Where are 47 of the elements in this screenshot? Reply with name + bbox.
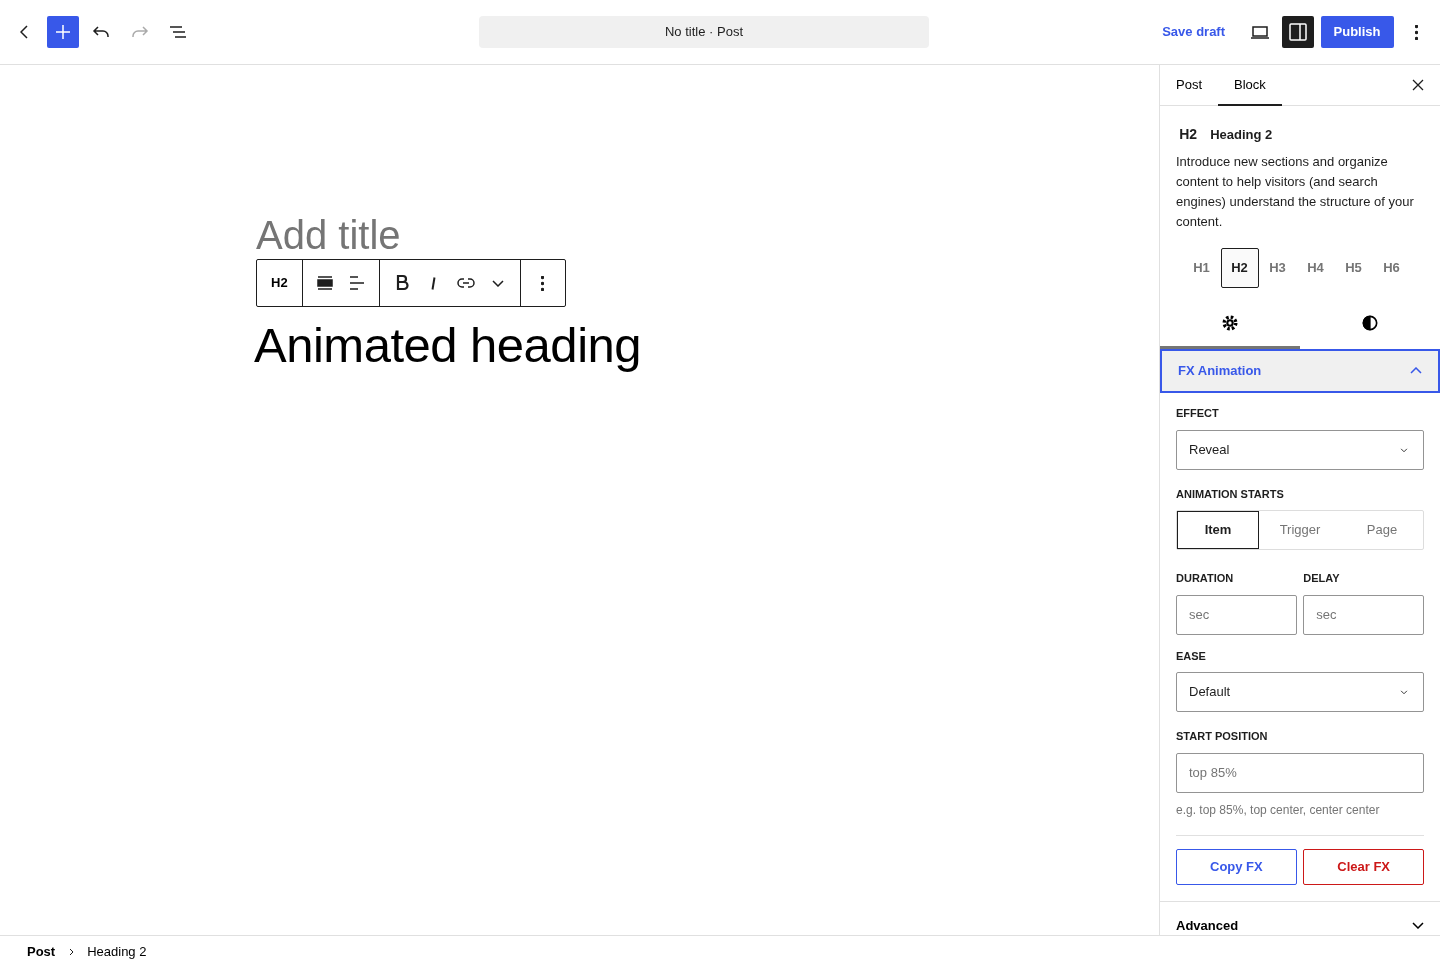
field-label: EASE [1176, 648, 1207, 664]
field-label: EFFECT [1176, 406, 1220, 421]
document-title[interactable]: No title · Post [479, 16, 929, 48]
add-block-button[interactable] [46, 16, 79, 48]
title-placeholder[interactable]: Add title [256, 213, 401, 257]
effect-select[interactable]: Reveal [1176, 429, 1424, 470]
number-field[interactable]: sec [1303, 594, 1424, 635]
field-label: ANIMATION STARTS [1176, 486, 1285, 502]
copy-fx-button[interactable]: Copy FX [1176, 848, 1297, 885]
breadcrumb-link[interactable]: Post [27, 942, 56, 962]
help-text: e.g. top 85%, top center, center center [1176, 800, 1424, 836]
sidebar-tab[interactable]: Block [1218, 65, 1282, 107]
block-description: Introduce new sections and organize content to help visitors (and search engines) understand the structure of your content. [1176, 152, 1415, 231]
heading-level-button[interactable]: H2 [1220, 247, 1259, 288]
heading-level-button[interactable]: H3 [1258, 247, 1297, 288]
start-position-field[interactable]: top 85% [1176, 752, 1424, 793]
block-icon: H2 [1179, 124, 1198, 146]
heading-level-button[interactable]: H5 [1334, 247, 1373, 288]
segment-option[interactable]: Trigger [1259, 511, 1341, 549]
field-label: DURATION [1176, 571, 1235, 586]
block-name: Heading 2 [1210, 126, 1273, 144]
field-label: START POSITION [1176, 729, 1269, 744]
heading-level-button[interactable]: H4 [1296, 247, 1335, 288]
heading-text[interactable]: Animated heading [254, 319, 1159, 373]
vertical-dots-icon [541, 275, 545, 291]
chevron-up-icon [1410, 367, 1422, 375]
clear-fx-button[interactable]: Clear FX [1303, 848, 1424, 885]
number-field[interactable]: sec [1176, 594, 1297, 635]
segment-option[interactable]: Item [1177, 511, 1259, 549]
chevron-down-icon [1412, 921, 1424, 929]
panel-header[interactable]: FX Animation [1160, 348, 1440, 393]
segment-option[interactable]: Page [1341, 511, 1423, 549]
publish-button[interactable]: Publish [1320, 16, 1394, 48]
italic-icon [431, 276, 437, 290]
chevron-left-icon [20, 25, 28, 39]
heading-level-button[interactable]: H1 [1182, 247, 1221, 288]
breadcrumb-link[interactable]: Heading 2 [87, 942, 147, 962]
sidebar-tab[interactable]: Post [1160, 65, 1218, 107]
vertical-dots-icon [1414, 24, 1418, 40]
save-draft-button[interactable]: Save draft [1150, 16, 1238, 48]
field-label: DELAY [1303, 571, 1341, 586]
advanced-panel-header[interactable]: Advanced [1160, 900, 1440, 935]
ease-select[interactable]: Default [1176, 672, 1424, 712]
settings-panel-button[interactable] [1282, 16, 1315, 48]
chevron-down-icon [491, 279, 504, 287]
heading-level-button[interactable]: H6 [1372, 247, 1411, 288]
block-type-button[interactable]: H2 [263, 265, 296, 301]
